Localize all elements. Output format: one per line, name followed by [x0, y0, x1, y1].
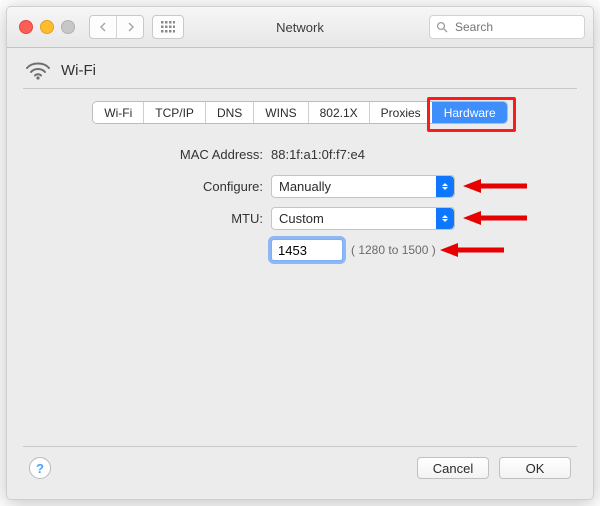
- footer: ? Cancel OK: [23, 446, 577, 487]
- mac-value: 88:1f:a1:0f:f7:e4: [271, 147, 365, 162]
- tab-wifi[interactable]: Wi-Fi: [93, 102, 143, 123]
- help-button[interactable]: ?: [29, 457, 51, 479]
- wifi-icon: [25, 60, 51, 80]
- ok-button[interactable]: OK: [499, 457, 571, 479]
- nav-forward-button[interactable]: [116, 16, 143, 38]
- cancel-button[interactable]: Cancel: [417, 457, 489, 479]
- tab-wins[interactable]: WINS: [253, 102, 307, 123]
- mtu-label: MTU:: [33, 211, 263, 226]
- window-minimize-button[interactable]: [40, 20, 54, 34]
- configure-label: Configure:: [33, 179, 263, 194]
- mac-label: MAC Address:: [33, 147, 263, 162]
- grid-icon: [161, 21, 175, 33]
- annotation-arrow: [463, 210, 529, 226]
- window-close-button[interactable]: [19, 20, 33, 34]
- preferences-window: Network Wi-Fi Wi-Fi: [6, 6, 594, 500]
- mtu-select[interactable]: Custom: [271, 207, 455, 230]
- row-mac: MAC Address: 88:1f:a1:0f:f7:e4: [33, 142, 577, 166]
- mtu-number-input[interactable]: [271, 239, 343, 261]
- tab-hardware[interactable]: Hardware: [432, 102, 507, 123]
- mtu-range-hint: ( 1280 to 1500 ): [351, 243, 436, 257]
- window-zoom-button: [61, 20, 75, 34]
- configure-select[interactable]: Manually: [271, 175, 455, 198]
- titlebar: Network: [7, 7, 593, 48]
- content: Wi-Fi Wi-Fi TCP/IP DNS WINS 802.1X Proxi…: [7, 48, 593, 499]
- search-icon: [436, 21, 448, 33]
- tab-dns[interactable]: DNS: [205, 102, 253, 123]
- search-field[interactable]: [429, 15, 585, 39]
- annotation-arrow: [463, 178, 529, 194]
- chevron-updown-icon: [436, 176, 454, 197]
- nav-back-forward: [89, 15, 144, 39]
- tab-proxies[interactable]: Proxies: [369, 102, 432, 123]
- nav-back-button[interactable]: [90, 16, 116, 38]
- divider: [23, 88, 577, 89]
- configure-value: Manually: [279, 179, 331, 194]
- pane-heading: Wi-Fi: [23, 60, 577, 86]
- mtu-value: Custom: [279, 211, 324, 226]
- annotation-arrow: [440, 242, 506, 258]
- pane-title: Wi-Fi: [61, 62, 96, 79]
- search-input[interactable]: [453, 19, 578, 35]
- show-all-button[interactable]: [152, 15, 184, 39]
- tab-bar: Wi-Fi TCP/IP DNS WINS 802.1X Proxies Har…: [23, 101, 577, 124]
- chevron-updown-icon: [436, 208, 454, 229]
- tab-tcpip[interactable]: TCP/IP: [143, 102, 205, 123]
- traffic-lights: [15, 20, 75, 34]
- tab-8021x[interactable]: 802.1X: [308, 102, 369, 123]
